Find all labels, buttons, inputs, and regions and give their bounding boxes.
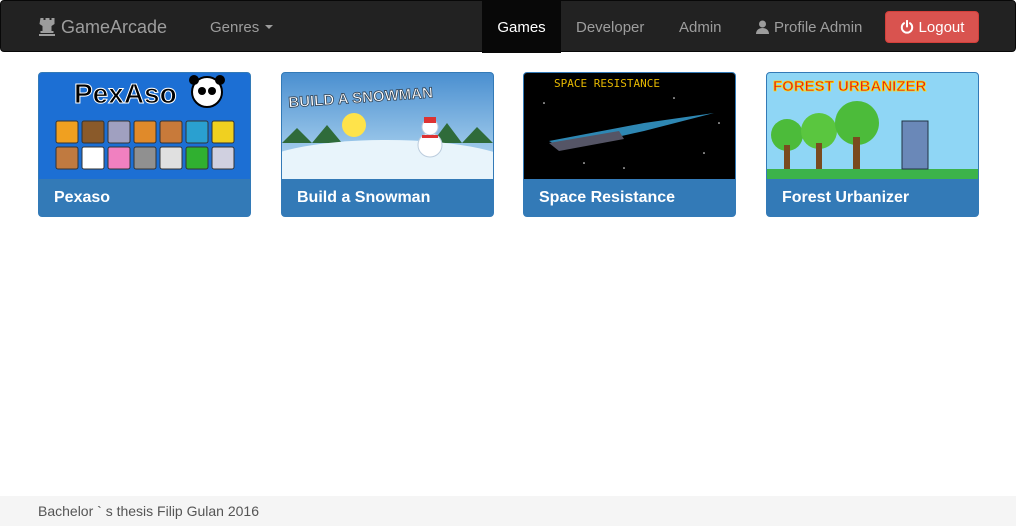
game-title: Forest Urbanizer — [782, 189, 910, 206]
game-title: Space Resistance — [539, 189, 676, 206]
nav-admin-label: Admin — [679, 18, 722, 36]
snowman-thumbnail: BUILD A SNOWMAN — [282, 73, 493, 179]
brand-link[interactable]: GameArcade — [39, 1, 167, 53]
game-card-forest-urbanizer[interactable]: FOREST URBANIZER Forest Urbanizer — [766, 72, 979, 217]
logout-label: Logout — [918, 18, 965, 36]
game-card-pexaso[interactable]: PexAso Pexaso — [38, 72, 251, 217]
game-card-space-resistance[interactable]: SPACE RESISTANCE Space Resistance — [523, 72, 736, 217]
footer-text: Bachelor ` s thesis Filip Gulan 2016 — [38, 503, 259, 519]
power-icon — [900, 20, 913, 34]
rook-icon — [39, 18, 55, 36]
genres-label: Genres — [210, 18, 260, 36]
game-title: Pexaso — [54, 189, 111, 206]
svg-text:SPACE RESISTANCE: SPACE RESISTANCE — [554, 77, 660, 90]
nav-games-label: Games — [497, 18, 546, 36]
genres-dropdown[interactable]: Genres — [195, 1, 288, 53]
page-footer: Bachelor ` s thesis Filip Gulan 2016 — [0, 496, 1016, 526]
svg-text:PexAso: PexAso — [74, 78, 177, 109]
nav-profile[interactable]: Profile Admin — [741, 1, 877, 53]
nav-developer[interactable]: Developer — [561, 1, 659, 53]
game-card-build-a-snowman[interactable]: BUILD A SNOWMAN Build a Snowman — [281, 72, 494, 217]
nav-games[interactable]: Games — [482, 1, 561, 53]
nav-developer-label: Developer — [576, 18, 645, 36]
forest-thumbnail: FOREST URBANIZER — [767, 73, 978, 179]
logout-button[interactable]: Logout — [885, 11, 979, 43]
nav-admin[interactable]: Admin — [664, 1, 737, 53]
svg-text:FOREST URBANIZER: FOREST URBANIZER — [773, 78, 927, 95]
caret-down-icon — [265, 25, 274, 29]
game-title: Build a Snowman — [297, 189, 431, 206]
pexaso-thumbnail: PexAso — [39, 73, 250, 179]
nav-profile-label: Profile Admin — [774, 18, 863, 36]
user-icon — [756, 20, 769, 34]
top-navbar: GameArcade Genres Games Developer Admin … — [0, 0, 1016, 53]
brand-label: GameArcade — [61, 16, 168, 37]
space-thumbnail: SPACE RESISTANCE — [524, 73, 735, 179]
